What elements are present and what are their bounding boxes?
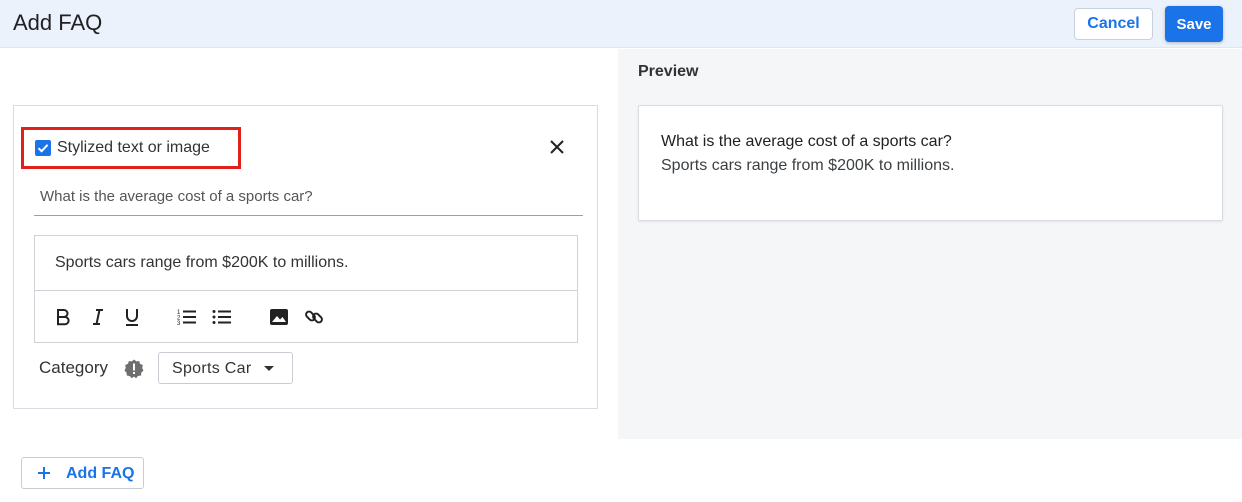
- category-select[interactable]: Sports Car: [158, 352, 293, 384]
- plus-icon: [38, 467, 50, 479]
- add-faq-button[interactable]: Add FAQ: [21, 457, 144, 489]
- stylized-checkbox[interactable]: [35, 140, 51, 156]
- page-title: Add FAQ: [13, 10, 103, 35]
- numbered-list-icon[interactable]: 1 2 3: [175, 305, 199, 329]
- close-icon[interactable]: [545, 135, 569, 159]
- preview-question: What is the average cost of a sports car…: [661, 133, 952, 150]
- link-icon[interactable]: [302, 305, 326, 329]
- preview-answer: Sports cars range from $200K to millions…: [661, 157, 955, 174]
- category-label: Category: [39, 358, 108, 377]
- stylized-checkbox-label[interactable]: Stylized text or image: [57, 139, 210, 157]
- question-input[interactable]: [34, 178, 583, 216]
- category-selected-value: Sports Car: [172, 360, 252, 377]
- checkmark-icon: [37, 144, 49, 153]
- save-button[interactable]: Save: [1165, 6, 1223, 42]
- underline-icon[interactable]: [120, 305, 144, 329]
- preview-card: What is the average cost of a sports car…: [638, 105, 1223, 221]
- preview-pane: Preview What is the average cost of a sp…: [618, 49, 1242, 439]
- answer-editor-content[interactable]: Sports cars range from $200K to millions…: [35, 236, 577, 291]
- header-bar: Add FAQ Cancel Save: [0, 0, 1242, 48]
- answer-editor: Sports cars range from $200K to millions…: [34, 235, 578, 343]
- bulleted-list-icon[interactable]: [210, 305, 234, 329]
- svg-text:3: 3: [177, 321, 181, 326]
- add-faq-label: Add FAQ: [66, 465, 135, 482]
- image-icon[interactable]: [267, 305, 291, 329]
- cancel-button[interactable]: Cancel: [1074, 8, 1153, 40]
- bold-icon[interactable]: [51, 305, 75, 329]
- preview-heading: Preview: [638, 63, 699, 80]
- info-badge-icon[interactable]: [124, 359, 144, 379]
- italic-icon[interactable]: [86, 305, 110, 329]
- editor-toolbar: 1 2 3: [35, 291, 577, 343]
- chevron-down-icon: [264, 366, 274, 371]
- faq-editor-card: Stylized text or image Sports cars range…: [13, 105, 598, 409]
